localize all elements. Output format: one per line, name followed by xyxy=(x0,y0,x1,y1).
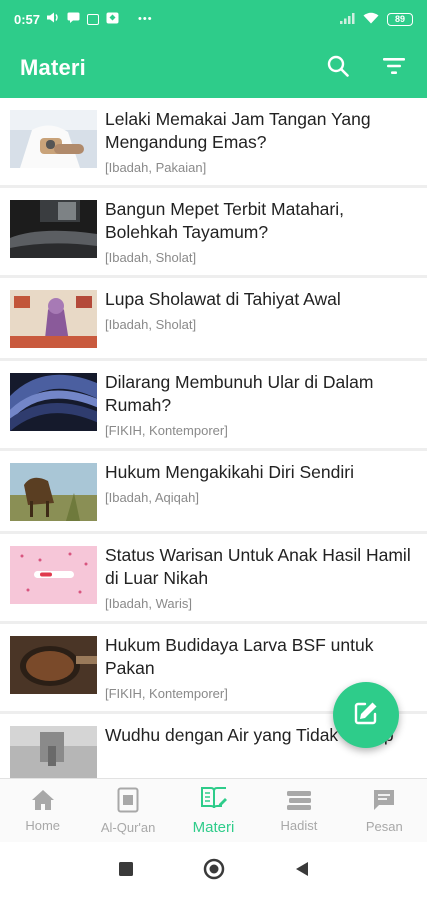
status-bar: 0:57 ••• 89 xyxy=(0,0,427,38)
message-icon xyxy=(372,788,396,815)
nav-label: Pesan xyxy=(365,818,403,834)
search-button[interactable] xyxy=(325,55,351,81)
nav-label: Materi xyxy=(192,819,235,836)
status-time: 0:57 xyxy=(14,11,41,27)
list-item[interactable]: Lupa Sholawat di Tahiyat Awal [Ibadah, S… xyxy=(0,278,427,358)
item-title: Hukum Mengakikahi Diri Sendiri xyxy=(105,462,354,482)
back-button[interactable] xyxy=(289,858,315,884)
list-item[interactable]: Dilarang Membunuh Ular di Dalam Rumah? [… xyxy=(0,361,427,448)
article-thumbnail xyxy=(10,110,97,168)
item-tags: [Ibadah, Sholat] xyxy=(105,250,197,265)
search-icon xyxy=(327,55,349,82)
square-icon xyxy=(118,861,133,881)
system-navigation-bar xyxy=(0,842,427,900)
nav-item-quran[interactable]: Al-Qur'an xyxy=(85,779,170,842)
more-notifications-icon: ••• xyxy=(138,12,153,25)
battery-indicator: 89 xyxy=(387,12,413,26)
quran-icon xyxy=(117,787,139,816)
circle-icon xyxy=(203,858,225,885)
item-title: Dilarang Membunuh Ular di Dalam Rumah? xyxy=(105,372,374,415)
article-thumbnail xyxy=(10,200,97,258)
article-thumbnail xyxy=(10,463,97,521)
article-thumbnail xyxy=(10,726,97,778)
item-tags: [FIKIH, Kontemporer] xyxy=(105,423,228,438)
list-item[interactable]: Status Warisan Untuk Anak Hasil Hamil di… xyxy=(0,534,427,621)
materi-list[interactable]: Lelaki Memakai Jam Tangan Yang Mengandun… xyxy=(0,98,427,778)
nav-item-pesan[interactable]: Pesan xyxy=(342,779,427,842)
item-title: Lelaki Memakai Jam Tangan Yang Mengandun… xyxy=(105,109,371,152)
filter-button[interactable] xyxy=(381,55,407,81)
list-item[interactable]: Hukum Mengakikahi Diri Sendiri [Ibadah, … xyxy=(0,451,427,531)
wifi-icon xyxy=(363,12,379,27)
item-tags: [Ibadah, Sholat] xyxy=(105,317,197,332)
volume-icon xyxy=(47,12,60,26)
item-tags: [Ibadah, Pakaian] xyxy=(105,160,207,175)
nav-item-home[interactable]: Home xyxy=(0,779,85,842)
article-thumbnail xyxy=(10,636,97,694)
article-thumbnail xyxy=(10,373,97,431)
book-edit-icon xyxy=(200,785,228,815)
nav-item-hadist[interactable]: Hadist xyxy=(256,779,341,842)
app-notification-icon xyxy=(87,13,100,25)
item-tags: [Ibadah, Aqiqah] xyxy=(105,490,199,505)
home-system-button[interactable] xyxy=(201,858,227,884)
item-title: Hukum Budidaya Larva BSF untuk Pakan xyxy=(105,635,374,678)
list-item[interactable]: Bangun Mepet Terbit Matahari, Bolehkah T… xyxy=(0,188,427,275)
edit-icon xyxy=(352,699,380,732)
recents-button[interactable] xyxy=(113,858,139,884)
nav-item-materi[interactable]: Materi xyxy=(171,779,256,842)
page-title: Materi xyxy=(20,55,86,80)
home-icon xyxy=(31,789,55,814)
item-title: Lupa Sholawat di Tahiyat Awal xyxy=(105,289,341,309)
article-thumbnail xyxy=(10,546,97,604)
app-bar: Materi xyxy=(0,38,427,98)
back-triangle-icon xyxy=(295,861,309,882)
books-stack-icon xyxy=(286,789,312,814)
gallery-notification-icon xyxy=(106,12,119,27)
filter-icon xyxy=(383,57,405,80)
article-thumbnail xyxy=(10,290,97,348)
item-title: Status Warisan Untuk Anak Hasil Hamil di… xyxy=(105,545,411,588)
item-title: Bangun Mepet Terbit Matahari, Bolehkah T… xyxy=(105,199,344,242)
message-notification-icon xyxy=(67,12,80,26)
nav-label: Al-Qur'an xyxy=(100,819,156,835)
item-tags: [Ibadah, Waris] xyxy=(105,596,192,611)
list-item[interactable]: Lelaki Memakai Jam Tangan Yang Mengandun… xyxy=(0,98,427,185)
nav-label: Home xyxy=(25,817,61,833)
compose-fab-button[interactable] xyxy=(333,682,399,748)
signal-icon xyxy=(340,12,355,27)
bottom-navigation: Home Al-Qur'an Materi Hadist Pesan xyxy=(0,778,427,842)
nav-label: Hadist xyxy=(280,817,318,833)
